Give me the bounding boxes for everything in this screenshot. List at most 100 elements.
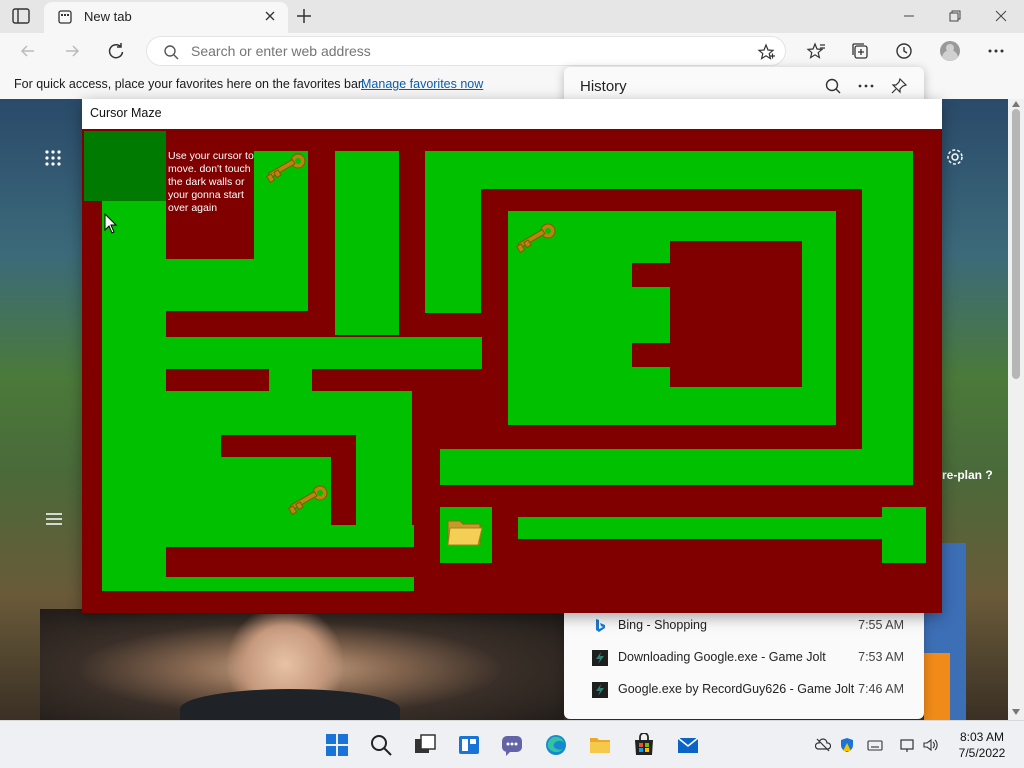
tab-actions-icon[interactable] bbox=[12, 8, 30, 24]
news-headline-fragment[interactable]: re-plan ? bbox=[942, 468, 993, 482]
news-card-accent bbox=[924, 653, 950, 720]
teams-chat-icon[interactable] bbox=[500, 733, 524, 757]
maze-wall bbox=[670, 241, 802, 387]
key-icon[interactable] bbox=[282, 483, 330, 523]
network-icon[interactable] bbox=[899, 737, 915, 753]
address-input[interactable] bbox=[191, 41, 751, 61]
widgets-icon[interactable] bbox=[457, 733, 481, 757]
history-item-time: 7:46 AM bbox=[858, 682, 904, 696]
task-view-icon[interactable] bbox=[413, 733, 437, 757]
mail-icon[interactable] bbox=[676, 733, 700, 757]
search-taskbar-icon[interactable] bbox=[369, 733, 393, 757]
restore-icon[interactable] bbox=[947, 8, 963, 24]
back-arrow-icon[interactable] bbox=[18, 41, 38, 61]
history-more-icon[interactable] bbox=[857, 77, 875, 95]
profile-avatar[interactable] bbox=[940, 41, 960, 61]
favorites-bar-hint: For quick access, place your favorites h… bbox=[14, 77, 365, 91]
maze-path[interactable] bbox=[166, 391, 412, 435]
gamejolt-icon bbox=[592, 650, 608, 666]
clock-date: 7/5/2022 bbox=[958, 746, 1006, 760]
page-scrollbar[interactable] bbox=[1008, 99, 1024, 720]
maze-path[interactable] bbox=[425, 151, 913, 189]
maze-instructions: Use your cursor to move. don't touch the… bbox=[168, 150, 254, 214]
refresh-icon[interactable] bbox=[106, 41, 126, 61]
news-photo[interactable] bbox=[40, 609, 564, 720]
more-options-icon[interactable] bbox=[986, 41, 1006, 61]
maze-path[interactable] bbox=[425, 189, 481, 313]
close-tab-icon[interactable] bbox=[262, 8, 278, 24]
history-item[interactable]: Downloading Google.exe - Game Jolt 7:53 … bbox=[564, 642, 924, 674]
browser-toolbar bbox=[0, 33, 1024, 70]
app-launcher-icon[interactable] bbox=[44, 149, 62, 167]
scrollbar-thumb[interactable] bbox=[1012, 109, 1020, 379]
gamejolt-icon bbox=[592, 682, 608, 698]
maze-path[interactable] bbox=[102, 525, 414, 547]
collections-icon[interactable] bbox=[850, 41, 870, 61]
onedrive-offline-icon[interactable] bbox=[815, 737, 831, 753]
maze-wall bbox=[836, 425, 862, 447]
add-favorite-star-icon[interactable] bbox=[757, 43, 775, 61]
history-item-time: 7:53 AM bbox=[858, 650, 904, 664]
history-item[interactable]: Bing - Shopping 7:55 AM bbox=[564, 610, 924, 642]
maze-path[interactable] bbox=[356, 435, 412, 525]
windows-start-icon[interactable] bbox=[325, 733, 349, 757]
taskbar-clock[interactable]: 8:03 AM 7/5/2022 bbox=[950, 729, 1014, 761]
maze-path[interactable] bbox=[166, 435, 221, 525]
history-icon[interactable] bbox=[894, 41, 914, 61]
key-icon[interactable] bbox=[260, 151, 308, 191]
maze-wall bbox=[518, 539, 882, 563]
maze-path[interactable] bbox=[102, 577, 414, 591]
file-explorer-icon[interactable] bbox=[588, 733, 612, 757]
key-icon[interactable] bbox=[510, 221, 558, 261]
history-item[interactable]: Google.exe by RecordGuy626 - Game Jolt 7… bbox=[564, 674, 924, 706]
tab-new-tab[interactable]: New tab bbox=[44, 2, 288, 33]
favorites-icon[interactable] bbox=[806, 41, 826, 61]
hamburger-menu-icon[interactable] bbox=[45, 511, 63, 527]
maze-canvas[interactable]: Use your cursor to move. don't touch the… bbox=[82, 129, 942, 613]
history-title: History bbox=[580, 78, 627, 95]
page-settings-gear-icon[interactable] bbox=[945, 147, 965, 167]
maze-wall bbox=[414, 563, 940, 591]
close-window-icon[interactable] bbox=[993, 8, 1009, 24]
minimize-icon[interactable] bbox=[901, 8, 917, 24]
bing-icon bbox=[596, 619, 605, 632]
history-search-icon[interactable] bbox=[824, 77, 842, 95]
new-tab-plus-icon[interactable] bbox=[294, 6, 314, 26]
history-item-title: Google.exe by RecordGuy626 - Game Jolt bbox=[618, 682, 855, 696]
maze-wall bbox=[414, 507, 440, 591]
history-item-title: Downloading Google.exe - Game Jolt bbox=[618, 650, 826, 664]
photo-suit bbox=[180, 689, 400, 720]
maze-start-zone[interactable] bbox=[84, 131, 166, 201]
maze-window-title: Cursor Maze bbox=[90, 106, 162, 120]
keyboard-icon[interactable] bbox=[867, 737, 883, 753]
folder-goal-icon[interactable] bbox=[446, 515, 484, 549]
maze-wall bbox=[508, 425, 802, 449]
maze-path[interactable] bbox=[862, 189, 913, 485]
cursor-maze-window: Cursor Maze Use your cursor to move. don… bbox=[82, 99, 942, 613]
security-warning-icon[interactable] bbox=[839, 737, 855, 753]
edge-browser-icon[interactable] bbox=[544, 733, 568, 757]
maze-path[interactable] bbox=[440, 449, 913, 485]
scroll-down-arrow-icon[interactable] bbox=[1012, 709, 1020, 715]
windows-taskbar: 8:03 AM 7/5/2022 bbox=[0, 720, 1024, 768]
maze-wall bbox=[632, 343, 670, 367]
search-icon bbox=[164, 45, 179, 60]
forward-arrow-icon[interactable] bbox=[62, 41, 82, 61]
address-bar[interactable] bbox=[146, 36, 786, 66]
history-item-title: Bing - Shopping bbox=[618, 618, 707, 632]
browser-titlebar: New tab bbox=[0, 0, 1024, 33]
maze-path[interactable] bbox=[335, 151, 399, 335]
history-item-time: 7:55 AM bbox=[858, 618, 904, 632]
tab-title: New tab bbox=[84, 9, 132, 24]
new-tab-page-icon bbox=[58, 10, 72, 24]
maze-wall bbox=[836, 189, 862, 387]
volume-icon[interactable] bbox=[922, 737, 938, 753]
maze-path[interactable] bbox=[166, 337, 482, 369]
manage-favorites-link[interactable]: Manage favorites now bbox=[361, 77, 483, 91]
clock-time: 8:03 AM bbox=[959, 730, 1005, 744]
mouse-cursor-icon bbox=[104, 213, 118, 234]
pin-icon[interactable] bbox=[890, 77, 908, 95]
store-icon[interactable] bbox=[632, 733, 656, 757]
maze-path[interactable] bbox=[269, 369, 312, 391]
scroll-up-arrow-icon[interactable] bbox=[1012, 101, 1020, 107]
